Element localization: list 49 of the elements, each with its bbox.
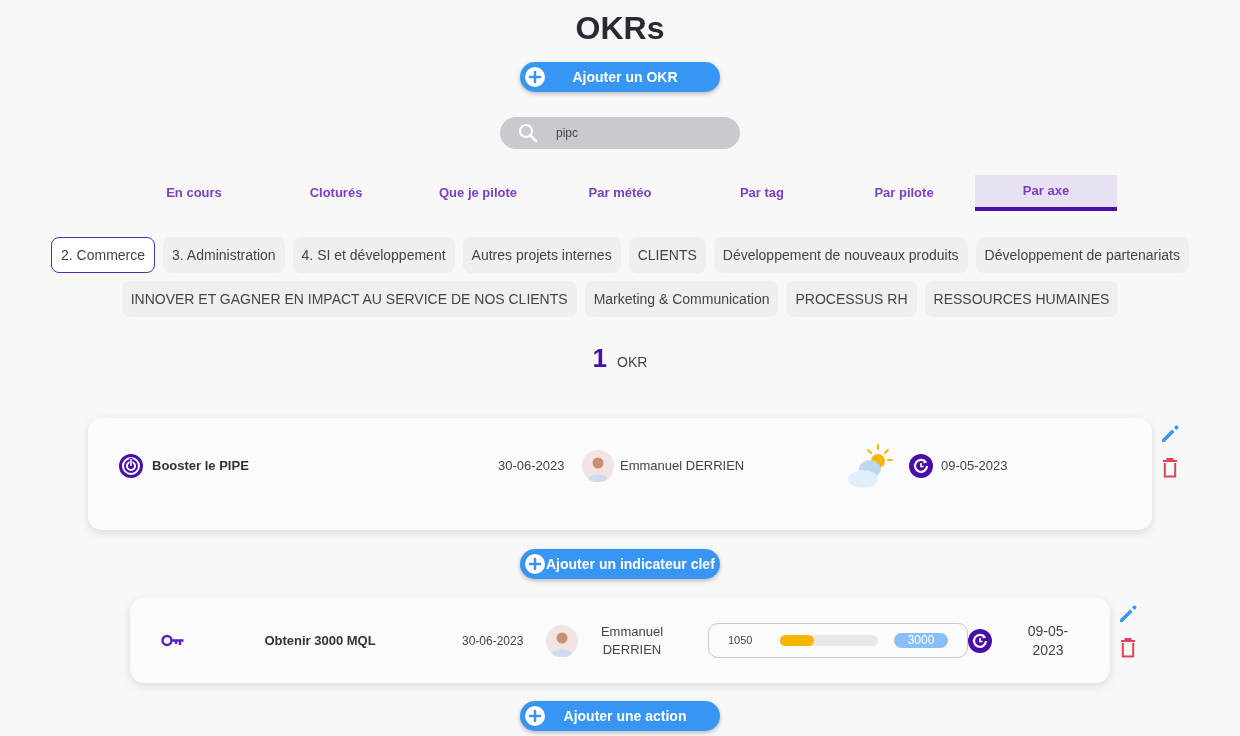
target-icon	[119, 454, 143, 478]
filter-chip[interactable]: Développement de nouveaux produits	[713, 237, 968, 273]
weather-icon	[845, 443, 895, 489]
plus-icon	[524, 66, 546, 88]
key-result-title: Obtenir 3000 MQL	[263, 631, 377, 650]
search-field[interactable]: pipc	[500, 117, 740, 149]
edit-icon[interactable]	[1118, 604, 1138, 624]
updated-date: 09-05-2023	[1026, 621, 1070, 660]
search-icon	[518, 123, 538, 143]
filter-chip[interactable]: PROCESSUS RH	[786, 281, 917, 317]
tab[interactable]: Par tag	[691, 175, 833, 211]
objective-card[interactable]: Booster le PIPE 30-06-2023 Emmanuel DERRIEN 09-05-2023	[88, 418, 1152, 530]
filter-chip[interactable]: 3. Administration	[163, 237, 285, 273]
key-result-card[interactable]: Obtenir 3000 MQL 30-06-2023 Emmanuel DERRIEN 1050 3000 09-05-2023	[130, 598, 1110, 683]
filter-chip[interactable]: Marketing & Communication	[584, 281, 779, 317]
owner-name: Emmanuel DERRIEN	[599, 622, 665, 659]
page-title: OKRs	[575, 9, 665, 48]
owner-name: Emmanuel DERRIEN	[620, 457, 746, 476]
filter-chip[interactable]: Autres projets internes	[462, 237, 621, 273]
delete-icon[interactable]	[1162, 458, 1178, 478]
due-date: 30-06-2023	[498, 457, 566, 476]
okr-count-label: OKR	[617, 353, 648, 372]
refresh-clock-icon	[968, 628, 992, 653]
okr-count: 1	[592, 343, 608, 373]
plus-icon	[524, 553, 546, 575]
due-date: 30-06-2023	[462, 632, 525, 650]
filter-chip[interactable]: CLIENTS	[628, 237, 706, 273]
avatar-icon	[582, 450, 614, 482]
filter-chip[interactable]: RESSOURCES HUMAINES	[924, 281, 1119, 317]
updated-date: 09-05-2023	[941, 457, 1008, 476]
filter-chip[interactable]: 4. SI et développement	[292, 237, 455, 273]
filter-chip[interactable]: Développement de partenariats	[975, 237, 1189, 273]
filter-chip[interactable]: INNOVER ET GAGNER EN IMPACT AU SERVICE DE NOS CLIENTS	[121, 281, 577, 317]
target-value: 3000	[894, 633, 948, 648]
filter-chip[interactable]: 2. Commerce	[51, 237, 156, 273]
current-value: 1050	[728, 633, 754, 649]
objective-title: Booster le PIPE	[152, 457, 250, 476]
plus-icon	[524, 705, 546, 727]
tab[interactable]: Par axe	[975, 175, 1117, 211]
tab[interactable]: Par pilote	[833, 175, 975, 211]
refresh-clock-icon	[909, 454, 933, 478]
tab[interactable]: Par météo	[549, 175, 691, 211]
tab[interactable]: En cours	[123, 175, 265, 211]
key-icon	[161, 634, 185, 647]
delete-icon[interactable]	[1120, 638, 1136, 658]
tab[interactable]: Que je pilote	[407, 175, 549, 211]
tab[interactable]: Cloturés	[265, 175, 407, 211]
avatar-icon	[546, 624, 578, 657]
edit-icon[interactable]	[1160, 424, 1180, 444]
